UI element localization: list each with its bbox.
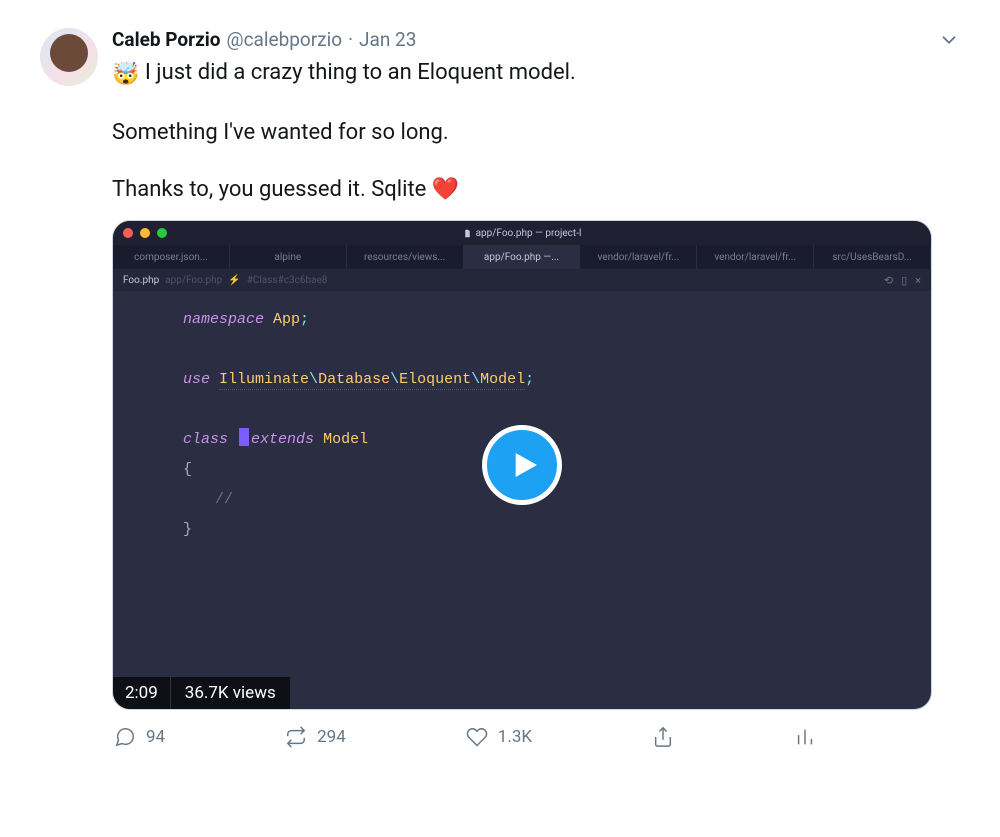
video-meta: 2:09 36.7K views [113,677,290,709]
editor-tab[interactable]: vendor/laravel/fr... [580,245,697,269]
crumb-hash: #Class#c3c6bae8 [247,275,328,286]
tweet-main: Caleb Porzio @calebporzio · Jan 23 🤯 I j… [112,28,960,748]
sync-icon[interactable]: ⟲ [884,274,893,287]
share-icon [652,726,674,748]
text-cursor [239,428,249,446]
editor-tab-active[interactable]: app/Foo.php —... [464,245,581,269]
avatar[interactable] [40,28,98,86]
user-handle[interactable]: @calebporzio [227,28,343,53]
display-name[interactable]: Caleb Porzio [112,28,221,53]
close-icon[interactable]: × [915,274,921,287]
editor-tab[interactable]: alpine [230,245,347,269]
crumb-path: app/Foo.php [165,275,222,286]
breadcrumb: Foo.php app/Foo.php ⚡ #Class#c3c6bae8 ⟲ … [113,269,931,291]
video-media[interactable]: app/Foo.php — project-l composer.json...… [112,220,932,710]
code-editor: namespace App; use Illuminate\Database\E… [113,291,931,545]
file-icon [463,229,472,238]
share-button[interactable] [652,726,674,748]
heart-emoji: ❤️ [432,177,459,202]
editor-tab[interactable]: composer.json... [113,245,230,269]
tweet-header: Caleb Porzio @calebporzio · Jan 23 [112,28,960,53]
text-line-3: Thanks to, you guessed it. Sqlite [112,177,432,202]
editor-tab[interactable]: src/UsesBearsD... [814,245,931,269]
like-button[interactable]: 1.3K [466,726,532,748]
video-duration: 2:09 [113,677,171,709]
separator-dot: · [348,28,353,53]
heart-icon [466,726,488,748]
video-views: 36.7K views [171,677,290,709]
editor-tab[interactable]: vendor/laravel/fr... [697,245,814,269]
play-icon [509,449,541,481]
tweet-card: Caleb Porzio @calebporzio · Jan 23 🤯 I j… [0,0,1000,768]
tweet-date[interactable]: Jan 23 [359,28,416,53]
chevron-down-icon [938,29,960,51]
split-icon[interactable]: ▯ [901,274,907,287]
analytics-icon [794,726,816,748]
reply-icon [114,726,136,748]
text-line-2: Something I've wanted for so long. [112,117,960,149]
retweet-button[interactable]: 294 [285,726,346,748]
editor-tab[interactable]: resources/views... [347,245,464,269]
editor-tabs: composer.json... alpine resources/views.… [113,245,931,269]
analytics-button[interactable] [794,726,816,748]
tweet-actions: 94 294 1.3K [112,726,960,748]
more-menu-button[interactable] [938,29,960,51]
reply-button[interactable]: 94 [114,726,165,748]
text-line-1: I just did a crazy thing to an Eloquent … [139,60,575,85]
exploding-head-emoji: 🤯 [112,62,139,87]
window-title: app/Foo.php — project-l [113,228,931,239]
editor-titlebar: app/Foo.php — project-l [113,221,931,245]
play-button[interactable] [482,425,562,505]
tweet-text: 🤯 I just did a crazy thing to an Eloquen… [112,57,960,207]
crumb-filename: Foo.php [123,275,159,286]
retweet-icon [285,726,307,748]
